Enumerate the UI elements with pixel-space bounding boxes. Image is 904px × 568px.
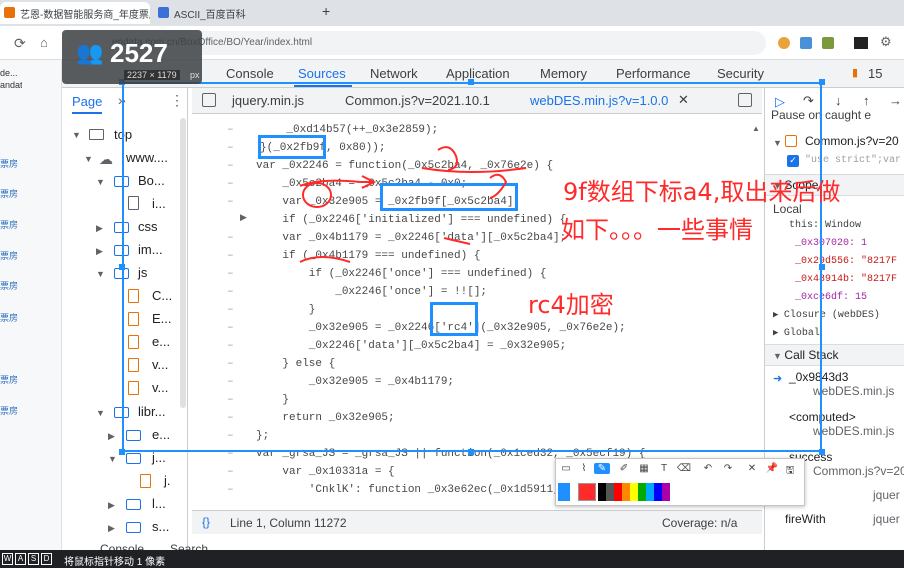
annotation-note: 如下。。。一些事情 [561,216,753,244]
ink-circle [302,182,332,208]
ink-mark [489,173,508,199]
polyline-tool-icon[interactable]: ⌇ [576,463,592,474]
annotation-toolbar: ▭ ⌇ ✎ ✐ ▦ T ⌫ ↶ ↷ ✕ 📌 🖫 [555,458,805,506]
color-palette[interactable] [598,483,678,501]
ink-mark [437,146,458,171]
ink-underline [299,256,351,263]
ink-underline [443,237,471,245]
text-tool-icon[interactable]: T [656,463,672,474]
annotation-note: 9f数组下标a4,取出来后做 [563,178,841,206]
mosaic-tool-icon[interactable]: ▦ [636,463,652,474]
brush-size-selector[interactable] [558,483,570,501]
save-icon[interactable]: 🖫 [782,463,798,480]
redo-icon[interactable]: ↷ [720,463,736,474]
undo-icon[interactable]: ↶ [700,463,716,474]
rectangle-tool-icon[interactable]: ▭ [558,463,574,474]
annotation-note: rc4加密 [528,291,614,319]
cancel-icon[interactable]: ✕ [744,463,760,474]
eraser-tool-icon[interactable]: ⌫ [676,463,692,474]
current-color-swatch[interactable] [578,483,596,501]
ink-underline [421,167,527,173]
marker-tool-icon[interactable]: ✐ [616,463,632,474]
pen-tool-icon[interactable]: ✎ [594,463,610,474]
pin-icon[interactable]: 📌 [764,463,780,474]
